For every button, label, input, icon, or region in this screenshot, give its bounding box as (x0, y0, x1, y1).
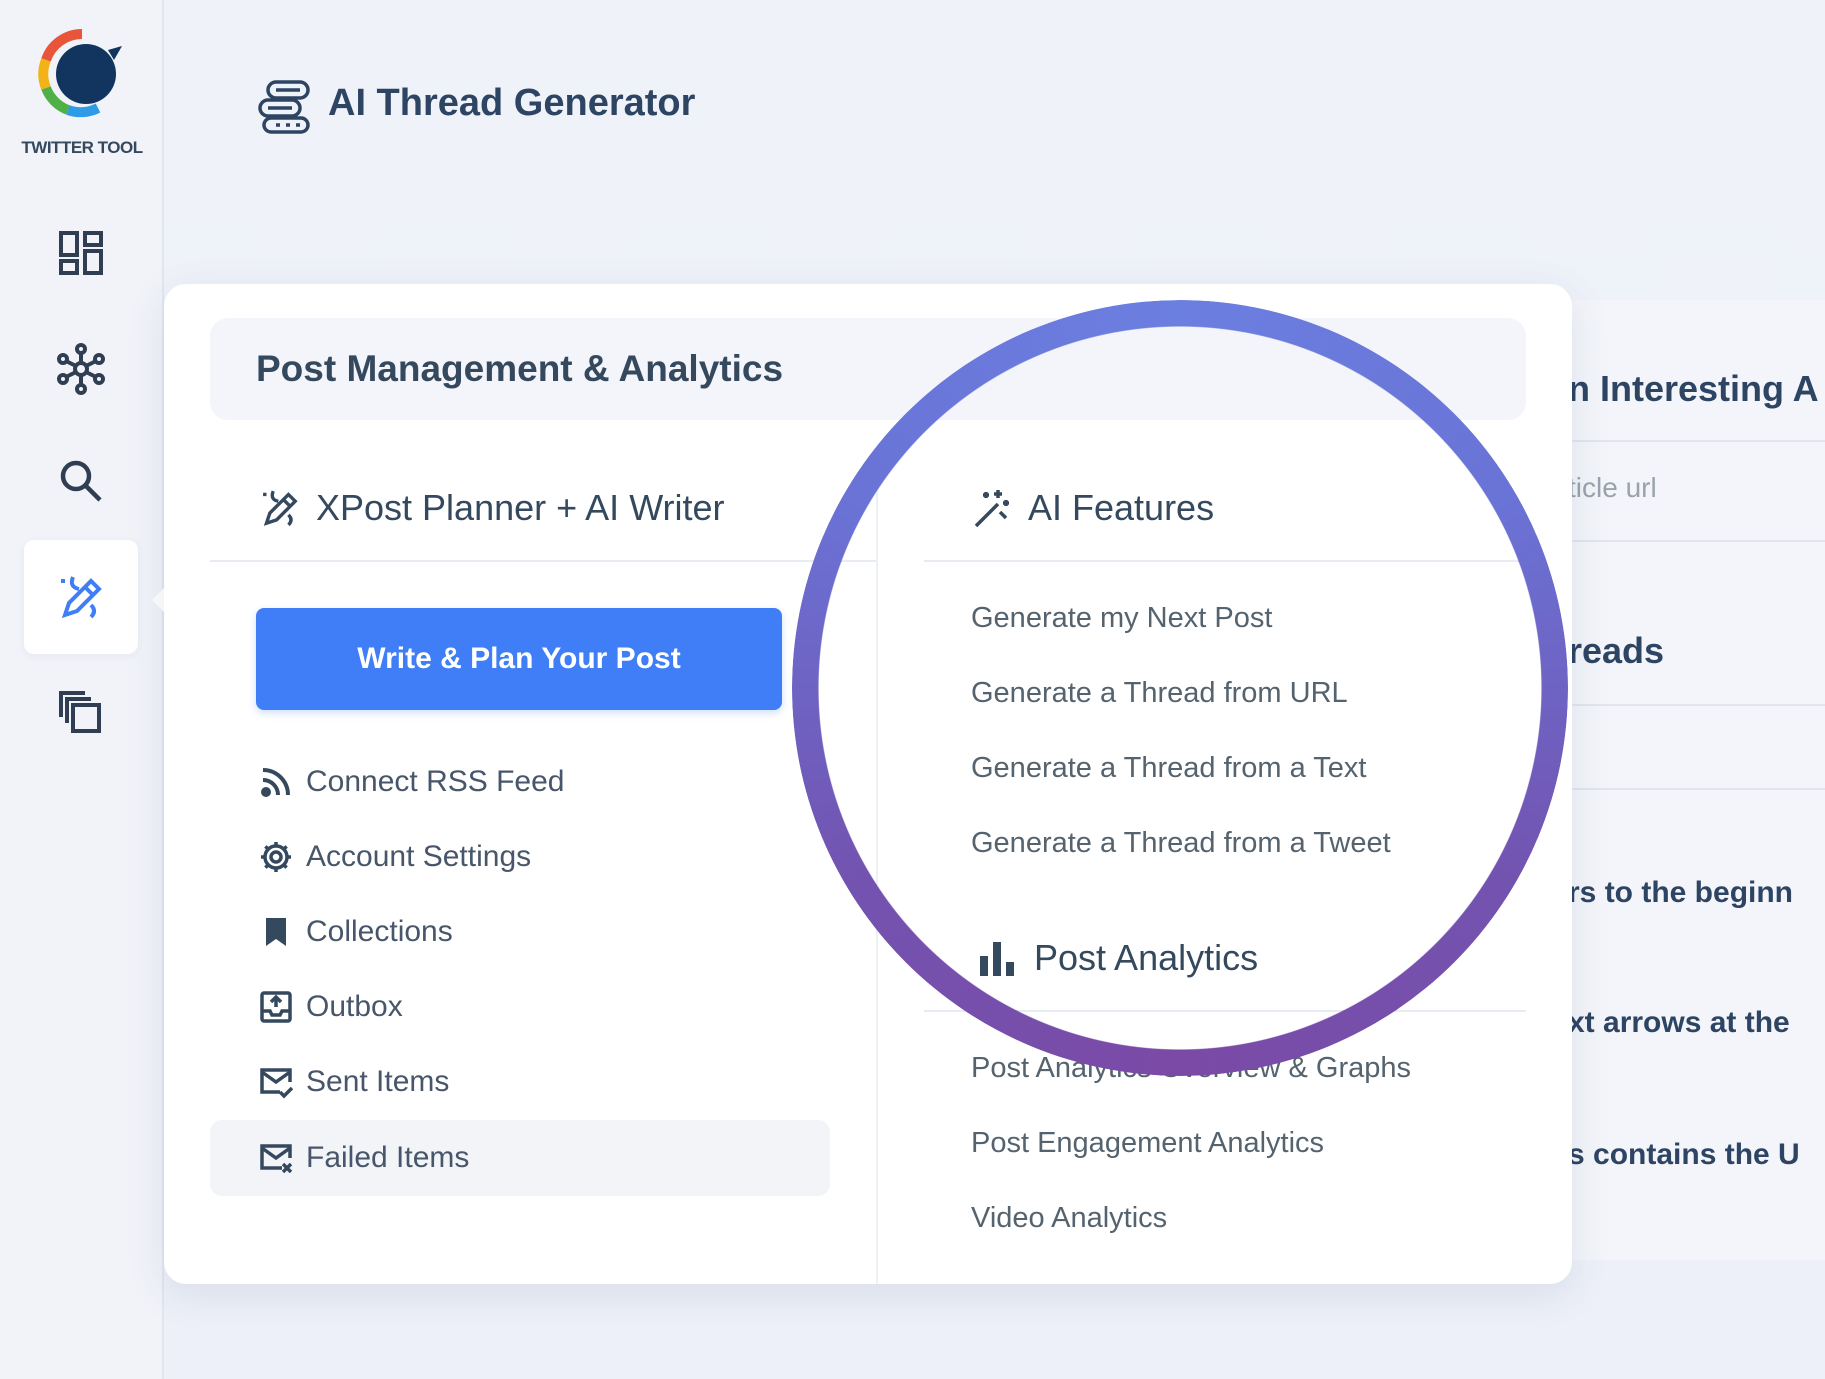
thread-generator-icon (258, 80, 310, 134)
account-settings-link[interactable]: Account Settings (258, 839, 531, 875)
sidebar: TWITTER TOOL (0, 0, 164, 1379)
bg-divider (1568, 540, 1825, 542)
failed-items-label: Failed Items (306, 1141, 470, 1174)
section-divider (924, 1010, 1526, 1012)
collections-label: Collections (306, 915, 453, 948)
column-divider (876, 454, 878, 1284)
pen-sparkle-icon (263, 490, 298, 527)
connect-rss-feed-link[interactable]: Connect RSS Feed (258, 764, 564, 800)
sidebar-item-network[interactable] (24, 312, 138, 426)
outbox-icon (260, 991, 292, 1023)
sidebar-item-search[interactable] (24, 424, 138, 538)
ai-features-label: AI Features (1028, 487, 1215, 528)
bg-heading-article: n Interesting A (1568, 368, 1819, 409)
bg-instruction-3: s contains the U (1568, 1138, 1800, 1171)
sidebar-item-copy[interactable] (24, 656, 138, 770)
outbox-label: Outbox (306, 990, 403, 1023)
generate-next-post-link[interactable]: Generate my Next Post (971, 602, 1272, 635)
bar-chart-icon (980, 942, 1014, 976)
section-divider (924, 560, 1526, 562)
post-analytics-title: Post Analytics (976, 936, 1258, 980)
generate-thread-tweet-link[interactable]: Generate a Thread from a Tweet (971, 827, 1391, 860)
bg-divider (1568, 440, 1825, 442)
collections-link[interactable]: Collections (258, 914, 453, 950)
generate-thread-url-link[interactable]: Generate a Thread from URL (971, 677, 1348, 710)
page-title: AI Thread Generator (328, 82, 696, 124)
dashboard-icon (59, 231, 103, 275)
bg-heading-threads: reads (1568, 630, 1665, 671)
copy-icon (59, 691, 101, 733)
connect-rss-feed-label: Connect RSS Feed (306, 765, 565, 798)
bg-instruction-2: xt arrows at the (1568, 1006, 1790, 1039)
bg-divider (1568, 788, 1825, 790)
xpost-planner-title[interactable]: XPost Planner + AI Writer (258, 486, 725, 530)
bg-instruction-1: rs to the beginn (1568, 876, 1793, 909)
mail-check-icon (260, 1068, 294, 1099)
search-icon (60, 460, 102, 502)
menu-header: Post Management & Analytics (210, 318, 1526, 420)
account-settings-label: Account Settings (306, 840, 532, 873)
mail-failed-icon (260, 1144, 293, 1174)
ai-features-title: AI Features (970, 486, 1214, 530)
article-url-input[interactable]: ticle url (1568, 472, 1657, 504)
generate-thread-text-link[interactable]: Generate a Thread from a Text (971, 752, 1366, 785)
failed-items-link[interactable]: Failed Items (210, 1120, 830, 1196)
rss-icon (261, 768, 290, 797)
sidebar-item-writer[interactable] (24, 540, 138, 654)
pen-sparkle-icon (61, 576, 102, 619)
post-analytics-overview-link[interactable]: Post Analytics Overview & Graphs (971, 1052, 1411, 1085)
xpost-planner-label: XPost Planner + AI Writer (316, 487, 725, 528)
bookmark-icon (266, 918, 286, 946)
menu-header-title: Post Management & Analytics (256, 348, 784, 389)
write-plan-post-button[interactable]: Write & Plan Your Post (256, 608, 782, 710)
post-engagement-analytics-link[interactable]: Post Engagement Analytics (971, 1127, 1324, 1160)
sidebar-item-dashboard[interactable] (24, 196, 138, 310)
section-divider (210, 560, 876, 562)
logo-text: TWITTER TOOL (21, 138, 143, 157)
outbox-link[interactable]: Outbox (258, 989, 403, 1025)
sent-items-link[interactable]: Sent Items (258, 1064, 449, 1100)
video-analytics-link[interactable]: Video Analytics (971, 1202, 1167, 1235)
active-nav-pointer (152, 588, 164, 612)
mega-menu: Post Management & Analytics XPost Planne… (164, 284, 1572, 1284)
gear-icon (261, 842, 291, 872)
network-icon (57, 343, 105, 395)
post-analytics-label: Post Analytics (1034, 937, 1259, 978)
magic-wand-icon (974, 490, 1009, 528)
app-window: TWITTER TOOL AI Thread Generator n Inter… (0, 0, 1825, 1379)
logo-icon (38, 29, 122, 118)
sent-items-label: Sent Items (306, 1065, 450, 1098)
bg-divider (1568, 704, 1825, 706)
